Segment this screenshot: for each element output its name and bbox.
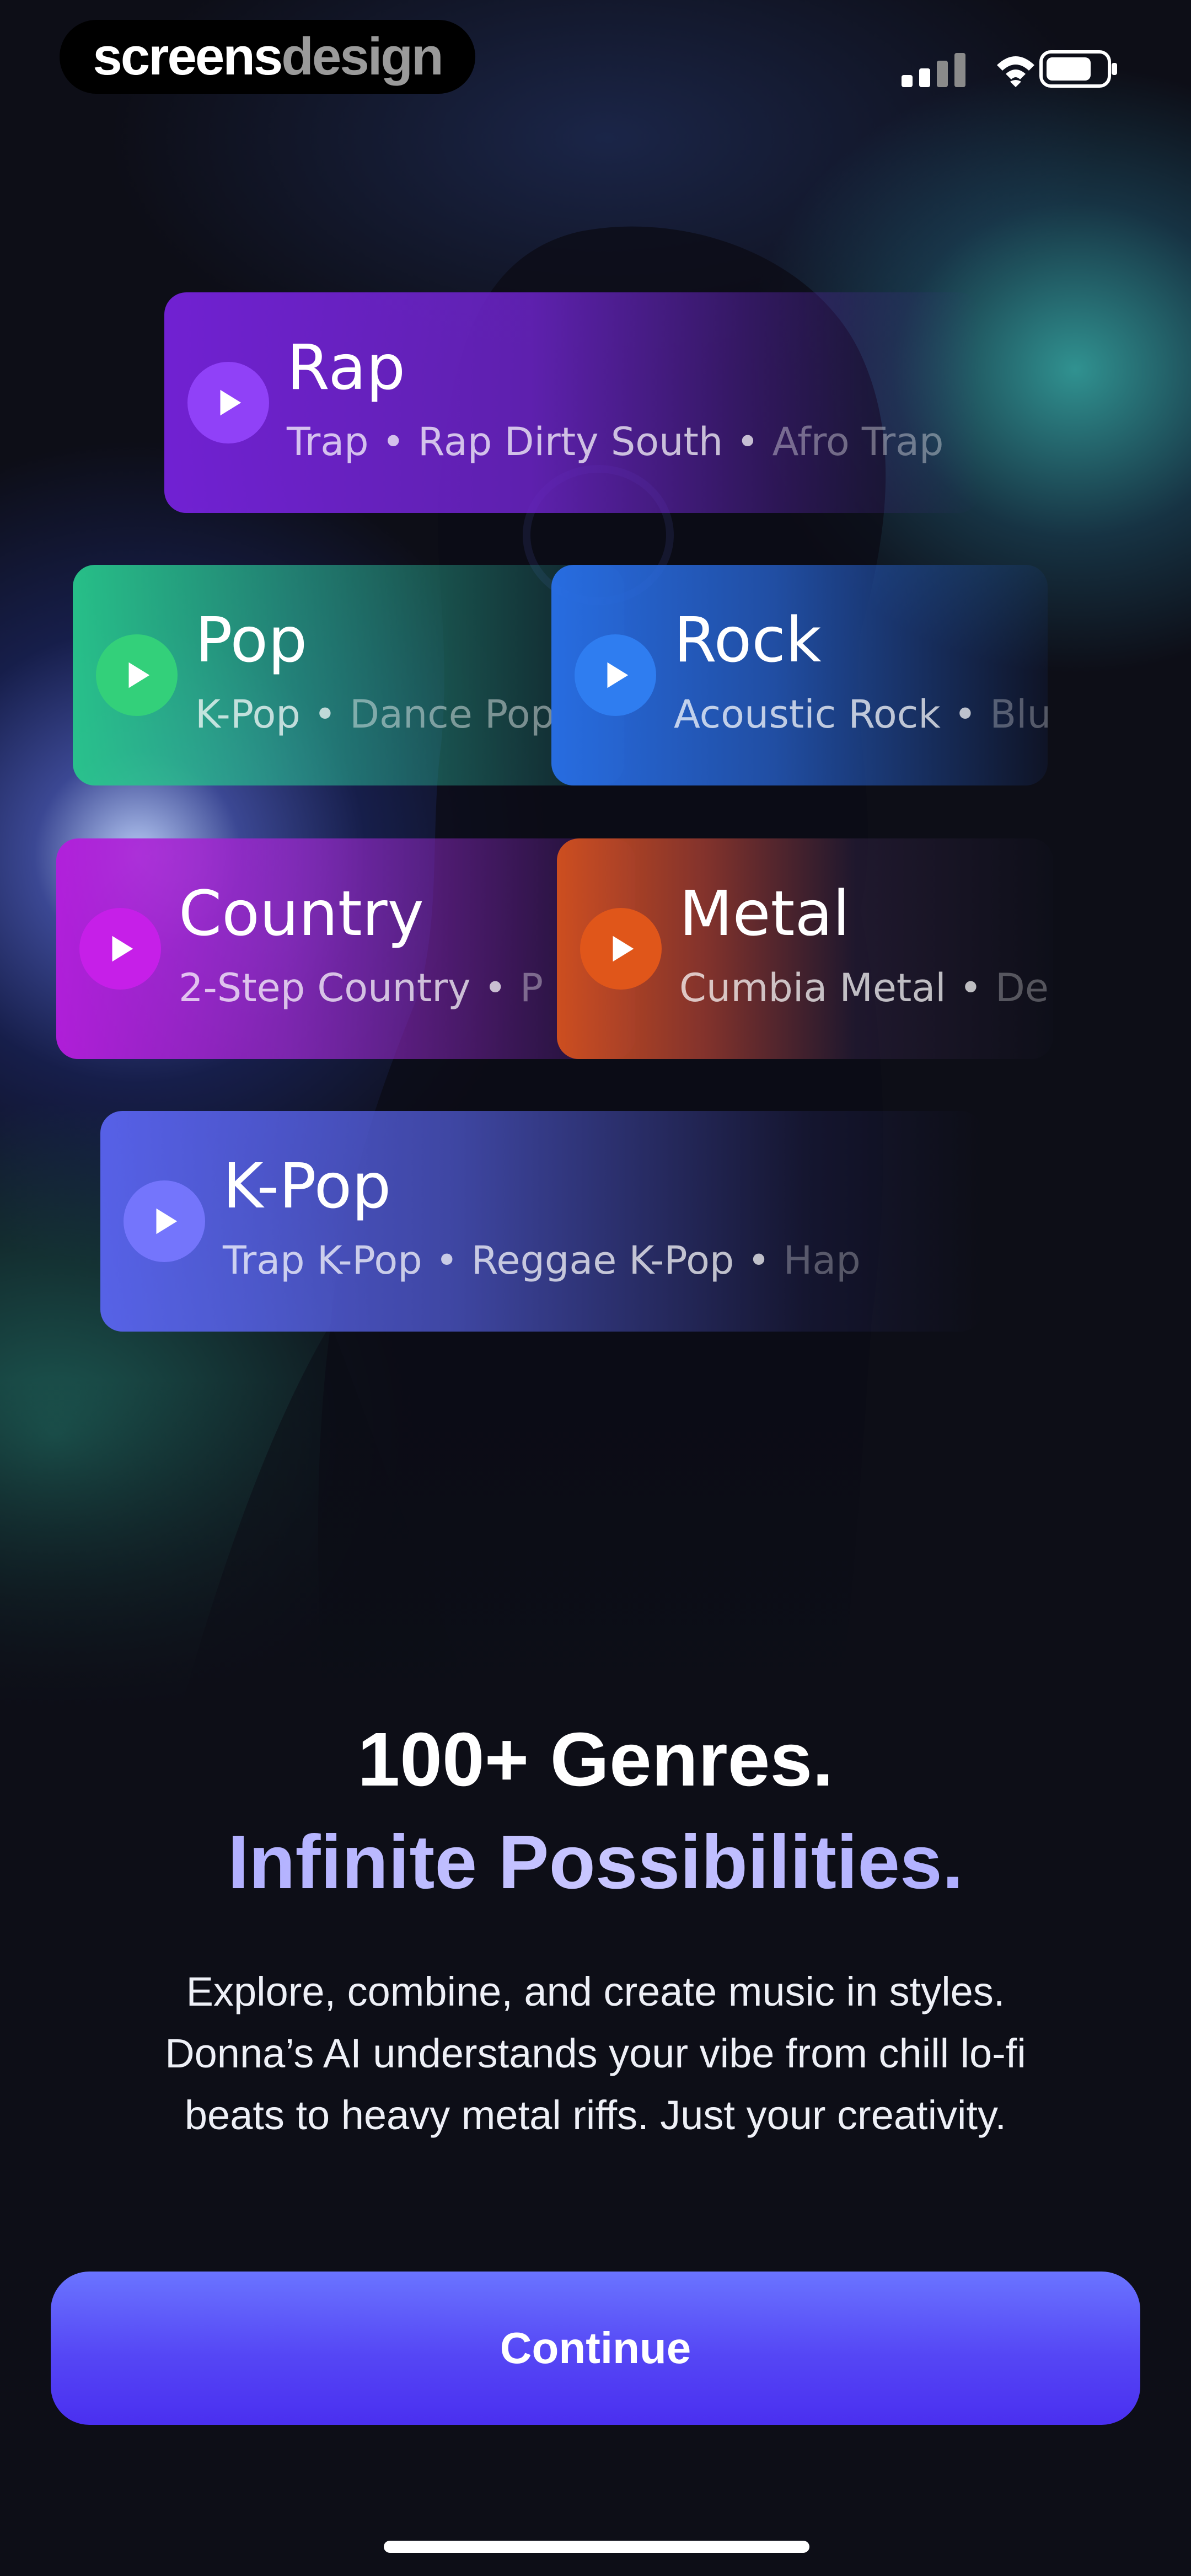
continue-button[interactable]: Continue	[51, 2272, 1140, 2425]
play-icon	[613, 936, 634, 962]
headline: 100+ Genres.	[357, 1717, 834, 1802]
genre-title: Rock	[674, 605, 822, 676]
watermark-part1: screens	[93, 27, 283, 86]
play-icon	[128, 662, 150, 688]
status-bar-icons	[902, 50, 1117, 88]
battery-icon	[1039, 50, 1117, 88]
genre-card-kpop[interactable]: K-Pop Trap K-Pop • Reggae K-Pop • Hap	[100, 1111, 983, 1332]
genre-subgenres: 2-Step Country • P	[179, 965, 544, 1011]
genre-subgenres: Cumbia Metal • De	[679, 965, 1049, 1011]
screensdesign-watermark: screens design	[60, 20, 475, 94]
genre-card-rap[interactable]: Rap Trap • Rap Dirty South • Afro Trap	[164, 292, 980, 513]
genre-title: Rap	[287, 332, 406, 404]
genre-title: Metal	[679, 878, 850, 950]
play-icon	[156, 1208, 178, 1234]
play-icon	[220, 389, 242, 416]
genre-card-metal[interactable]: Metal Cumbia Metal • De	[557, 838, 1053, 1059]
description: Explore, combine, and create music in st…	[77, 1961, 1114, 2146]
play-button-rap[interactable]	[187, 362, 269, 443]
genre-subgenres: Trap • Rap Dirty South • Afro Trap	[287, 419, 944, 464]
genre-subgenres: Acoustic Rock • Blu	[674, 692, 1048, 737]
genre-subgenres: K-Pop • Dance Pop	[195, 692, 555, 737]
genre-card-country[interactable]: Country 2-Step Country • P	[56, 838, 635, 1059]
play-button-metal[interactable]	[580, 908, 662, 990]
genre-card-rock[interactable]: Rock Acoustic Rock • Blu	[551, 565, 1048, 785]
description-line: Donna’s AI understands your vibe from ch…	[165, 2030, 1026, 2076]
play-icon	[112, 936, 133, 962]
description-line: beats to heavy metal riffs. Just your cr…	[184, 2092, 1007, 2138]
headline-accent: Infinite Possibilities.	[0, 1813, 1191, 1912]
genre-card-pop[interactable]: Pop K-Pop • Dance Pop	[73, 565, 624, 785]
genre-title: Country	[179, 878, 424, 950]
genre-title: Pop	[195, 605, 308, 676]
genre-subgenres: Trap K-Pop • Reggae K-Pop • Hap	[223, 1238, 861, 1283]
play-button-country[interactable]	[79, 908, 161, 990]
play-button-pop[interactable]	[96, 634, 178, 716]
play-button-kpop[interactable]	[124, 1180, 205, 1262]
description-line: Explore, combine, and create music in st…	[186, 1969, 1005, 2014]
wifi-icon	[997, 56, 1034, 87]
play-button-rock[interactable]	[575, 634, 656, 716]
signal-icon	[902, 53, 965, 87]
play-icon	[607, 662, 629, 688]
watermark-part2: design	[281, 27, 443, 86]
genre-title: K-Pop	[223, 1151, 391, 1222]
home-indicator[interactable]	[384, 2541, 809, 2553]
